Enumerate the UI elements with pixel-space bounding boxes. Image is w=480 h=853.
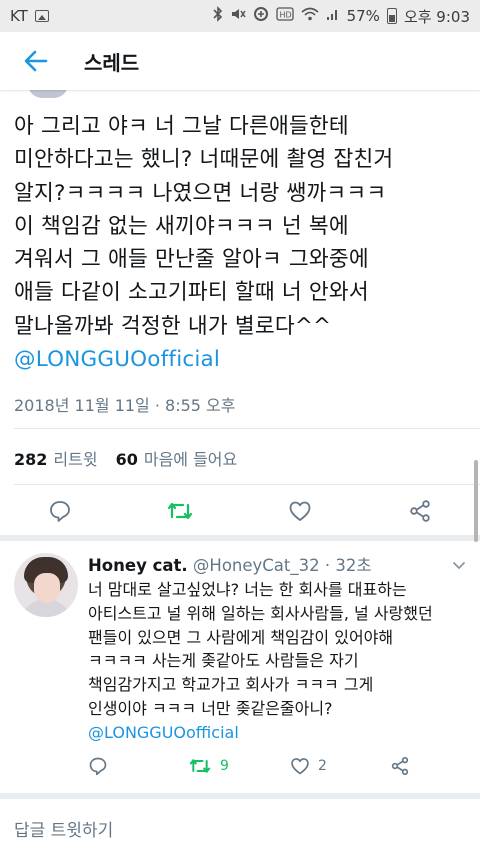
tweet-mention-link[interactable]: @LONGGUOofficial	[14, 347, 220, 372]
carrier-label: KT	[10, 7, 28, 25]
status-bar: KT HD 57% 오후 9:03	[0, 0, 480, 32]
reply-button[interactable]	[43, 494, 77, 528]
status-bar-left: KT	[10, 7, 49, 25]
like-stat[interactable]: 60 마음에 들어요	[116, 446, 238, 470]
divider	[14, 484, 480, 485]
signal-icon	[326, 7, 340, 25]
battery-percent: 57%	[346, 7, 380, 25]
reply-icon	[89, 757, 107, 776]
scrollbar[interactable]	[474, 460, 478, 542]
share-icon	[391, 757, 409, 776]
like-count: 60	[115, 450, 138, 469]
back-button[interactable]	[0, 32, 72, 90]
heart-icon	[289, 501, 311, 521]
page-title: 스레드	[84, 50, 140, 75]
reply-retweet-count: 9	[220, 758, 229, 774]
reply-like-count: 2	[318, 758, 327, 774]
retweet-icon	[189, 759, 211, 773]
retweet-label: 리트윗	[53, 450, 98, 469]
reply-actions: 9 2	[0, 754, 480, 778]
reply-avatar[interactable]	[14, 553, 78, 617]
retweet-icon	[167, 502, 193, 520]
arrow-left-icon	[24, 50, 48, 72]
reply-author-name[interactable]: Honey cat.	[88, 556, 188, 575]
like-button[interactable]	[283, 494, 317, 528]
reply-compose-input[interactable]: 답글 트윗하기	[14, 816, 113, 841]
hd-icon: HD	[275, 7, 294, 25]
app-header: 스레드	[0, 32, 480, 90]
tweet-actions	[0, 494, 480, 528]
tweet-stats: 282 리트윗 60 마음에 들어요	[14, 446, 237, 470]
reply-reply-button[interactable]	[88, 754, 108, 778]
reply-retweet-button[interactable]: 9	[188, 754, 229, 778]
reply-body: 너 맘대로 살고싶었냐? 너는 한 회사를 대표하는 아티스트고 널 위해 일하…	[88, 578, 468, 745]
clock: 오후 9:03	[403, 7, 470, 26]
reply-header: Honey cat. @HoneyCat_32 · 32초	[88, 552, 460, 576]
reply-mention-link[interactable]: @LONGGUOofficial	[88, 723, 239, 742]
reply-like-button[interactable]: 2	[290, 754, 327, 778]
share-icon	[410, 500, 430, 522]
reply-time: · 32초	[324, 556, 372, 575]
divider	[14, 428, 480, 429]
retweet-count: 282	[14, 450, 48, 469]
tweet-text: 아 그리고 야ㅋ 너 그날 다른애들한테 미안하다고는 했니? 너때문에 촬영 …	[14, 114, 394, 339]
section-separator	[0, 793, 480, 799]
reply-share-button[interactable]	[390, 754, 410, 778]
status-bar-right: HD 57% 오후 9:03	[213, 6, 470, 27]
retweet-button[interactable]	[163, 494, 197, 528]
mute-icon	[230, 6, 246, 26]
like-label: 마음에 들어요	[143, 450, 238, 469]
heart-icon	[291, 758, 309, 775]
retweet-stat[interactable]: 282 리트윗	[14, 446, 98, 470]
reply-menu-button[interactable]	[452, 556, 466, 575]
tweet-timestamp[interactable]: 2018년 11월 11일 · 8:55 오후	[14, 392, 235, 416]
battery-icon	[386, 8, 397, 24]
share-button[interactable]	[403, 494, 437, 528]
tweet-body: 아 그리고 야ㅋ 너 그날 다른애들한테 미안하다고는 했니? 너때문에 촬영 …	[14, 110, 466, 376]
data-saver-icon	[253, 6, 269, 26]
gallery-icon	[34, 10, 49, 22]
bluetooth-icon	[213, 6, 223, 26]
reply-author-handle[interactable]: @HoneyCat_32	[193, 556, 320, 575]
wifi-icon	[301, 7, 319, 25]
section-separator	[0, 535, 480, 541]
reply-icon	[50, 501, 70, 522]
chevron-down-icon	[453, 562, 465, 570]
reply-text: 너 맘대로 살고싶었냐? 너는 한 회사를 대표하는 아티스트고 널 위해 일하…	[88, 580, 433, 718]
svg-text:HD: HD	[279, 11, 291, 20]
